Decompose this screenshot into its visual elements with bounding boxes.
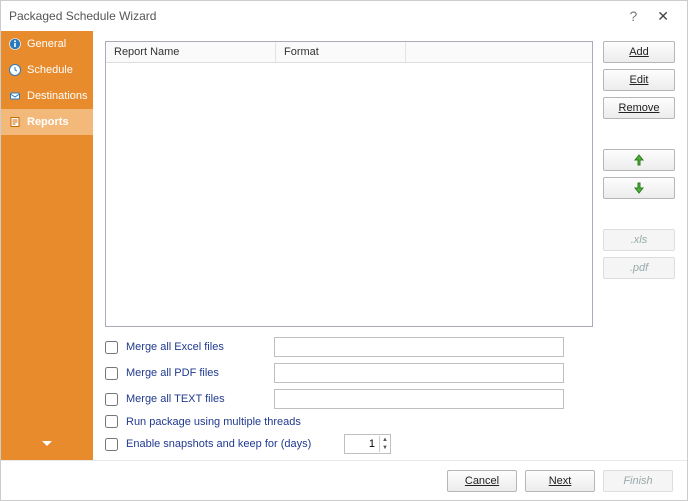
add-button[interactable]: Add xyxy=(603,41,675,63)
merge-text-row: Merge all TEXT files xyxy=(105,389,675,409)
chevron-down-icon xyxy=(42,441,52,447)
snapshots-days-spinner[interactable]: ▲ ▼ xyxy=(344,434,391,454)
sidebar-item-destinations[interactable]: Destinations xyxy=(1,83,93,109)
table-header: Report Name Format xyxy=(106,42,592,63)
edit-button-label: Edit xyxy=(630,74,649,86)
sidebar-item-label: General xyxy=(27,38,66,50)
multithread-row: Run package using multiple threads xyxy=(105,415,675,428)
snapshots-label: Enable snapshots and keep for (days) xyxy=(126,438,336,450)
destinations-icon xyxy=(9,90,21,102)
sidebar: General Schedule Destinations Reports xyxy=(1,31,93,460)
window-title: Packaged Schedule Wizard xyxy=(9,9,156,23)
merge-excel-input[interactable] xyxy=(274,337,564,357)
edit-button[interactable]: Edit xyxy=(603,69,675,91)
merge-text-label: Merge all TEXT files xyxy=(126,393,266,405)
sidebar-item-label: Destinations xyxy=(27,90,88,102)
sidebar-expand[interactable] xyxy=(1,429,93,460)
xls-button: .xls xyxy=(603,229,675,251)
col-format[interactable]: Format xyxy=(276,42,406,62)
cancel-button-label: Cancel xyxy=(465,475,499,487)
spinner-up-icon[interactable]: ▲ xyxy=(380,436,390,444)
merge-text-input[interactable] xyxy=(274,389,564,409)
snapshots-days-input[interactable] xyxy=(345,437,379,451)
xls-button-label: .xls xyxy=(631,234,648,246)
reports-icon xyxy=(9,116,21,128)
merge-excel-row: Merge all Excel files xyxy=(105,337,675,357)
clock-icon xyxy=(9,64,21,76)
merge-text-checkbox[interactable] xyxy=(105,393,118,406)
add-button-label: Add xyxy=(629,46,649,58)
cancel-button[interactable]: Cancel xyxy=(447,470,517,492)
snapshots-row: Enable snapshots and keep for (days) ▲ ▼ xyxy=(105,434,675,454)
merge-pdf-label: Merge all PDF files xyxy=(126,367,266,379)
sidebar-item-reports[interactable]: Reports xyxy=(1,109,93,135)
next-button[interactable]: Next xyxy=(525,470,595,492)
multithread-checkbox[interactable] xyxy=(105,415,118,428)
help-icon[interactable]: ? xyxy=(619,8,647,24)
arrow-down-icon xyxy=(632,181,646,195)
footer: Cancel Next Finish xyxy=(1,460,687,500)
info-icon xyxy=(9,38,21,50)
arrow-up-icon xyxy=(632,153,646,167)
body: General Schedule Destinations Reports xyxy=(1,31,687,460)
multithread-label: Run package using multiple threads xyxy=(126,416,301,428)
pdf-button: .pdf xyxy=(603,257,675,279)
sidebar-item-schedule[interactable]: Schedule xyxy=(1,57,93,83)
main-panel: Report Name Format Add Edit Remove xyxy=(93,31,687,460)
merge-excel-label: Merge all Excel files xyxy=(126,341,266,353)
pdf-button-label: .pdf xyxy=(630,262,648,274)
sidebar-item-label: Schedule xyxy=(27,64,73,76)
remove-button-label: Remove xyxy=(619,102,660,114)
sidebar-item-general[interactable]: General xyxy=(1,31,93,57)
col-report-name[interactable]: Report Name xyxy=(106,42,276,62)
col-blank xyxy=(406,42,592,62)
move-up-button[interactable] xyxy=(603,149,675,171)
spinner-down-icon[interactable]: ▼ xyxy=(380,444,390,452)
wizard-window: Packaged Schedule Wizard ? ✕ General Sch… xyxy=(0,0,688,501)
close-icon[interactable]: ✕ xyxy=(647,8,679,25)
options-panel: Merge all Excel files Merge all PDF file… xyxy=(105,337,675,454)
sidebar-item-label: Reports xyxy=(27,116,69,128)
titlebar: Packaged Schedule Wizard ? ✕ xyxy=(1,1,687,31)
merge-excel-checkbox[interactable] xyxy=(105,341,118,354)
next-button-label: Next xyxy=(549,475,572,487)
finish-button-label: Finish xyxy=(623,475,652,487)
table-body[interactable] xyxy=(106,63,592,326)
reports-table: Report Name Format xyxy=(105,41,593,327)
snapshots-checkbox[interactable] xyxy=(105,438,118,451)
button-column: Add Edit Remove .xls .pdf xyxy=(603,41,675,327)
merge-pdf-input[interactable] xyxy=(274,363,564,383)
merge-pdf-checkbox[interactable] xyxy=(105,367,118,380)
move-down-button[interactable] xyxy=(603,177,675,199)
finish-button: Finish xyxy=(603,470,673,492)
merge-pdf-row: Merge all PDF files xyxy=(105,363,675,383)
remove-button[interactable]: Remove xyxy=(603,97,675,119)
